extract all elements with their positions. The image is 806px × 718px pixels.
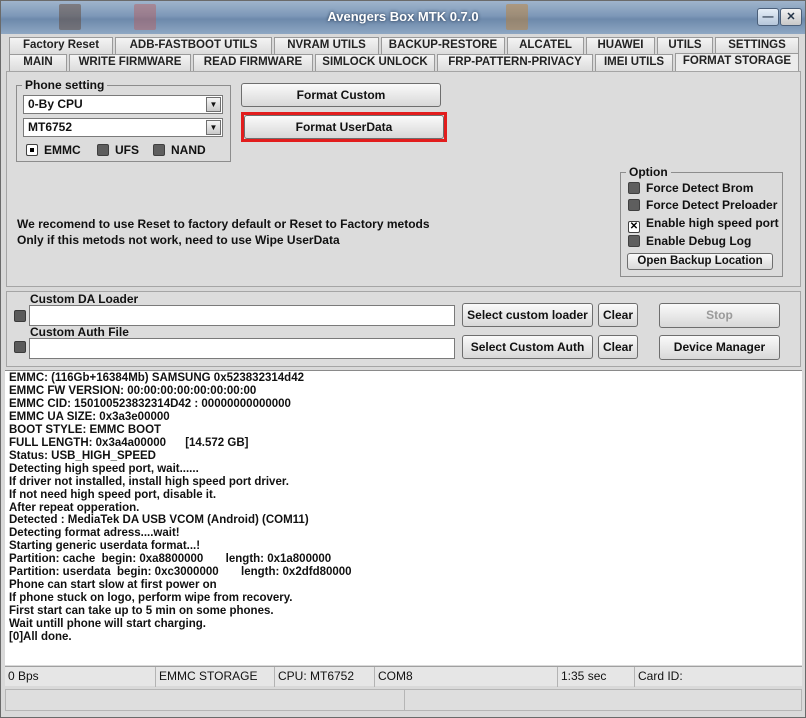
checkbox-checked-icon: ✕: [628, 221, 640, 233]
storage-nand-radio[interactable]: NAND: [153, 143, 206, 158]
log-line: BOOT STYLE: EMMC BOOT: [9, 423, 162, 436]
progress-bar: [5, 689, 802, 711]
tab-simlock-unlock[interactable]: SIMLOCK UNLOCK: [315, 54, 435, 71]
status-mode: EMMC STORAGE: [156, 667, 275, 687]
status-cpu: CPU: MT6752: [275, 667, 375, 687]
tab-adb-fastboot-utils[interactable]: ADB-FASTBOOT UTILS: [115, 37, 272, 54]
storage-ufs-radio[interactable]: UFS: [97, 143, 139, 158]
custom-auth-file-label: Custom Auth File: [30, 325, 129, 339]
tab-settings[interactable]: SETTINGS: [715, 37, 799, 54]
log-line: Status: USB_HIGH_SPEED: [9, 449, 156, 462]
radio-unselected-icon: [153, 144, 165, 156]
custom-da-loader-field[interactable]: [29, 305, 455, 326]
storage-nand-label: NAND: [171, 143, 206, 157]
checkbox-unchecked-icon: [628, 235, 640, 247]
log-line: If phone stuck on logo, perform wipe fro…: [9, 592, 293, 605]
log-line: First start can take up to 5 min on some…: [9, 605, 274, 618]
tab-utils[interactable]: UTILS: [657, 37, 713, 54]
radio-unselected-icon: [97, 144, 109, 156]
tab-main[interactable]: MAIN: [9, 54, 67, 71]
log-line: Starting generic userdata format...!: [9, 540, 201, 553]
title-bar[interactable]: Avengers Box MTK 0.7.0 — ✕: [1, 1, 805, 34]
log-line: [0]All done.: [9, 631, 72, 644]
device-manager-button[interactable]: Device Manager: [659, 335, 780, 360]
tab-backup-restore[interactable]: BACKUP-RESTORE: [381, 37, 505, 54]
log-line: EMMC: (116Gb+16384Mb) SAMSUNG 0x52383231…: [9, 372, 304, 384]
format-storage-panel: Phone setting 0-By CPU ▼ MT6752 ▼ EMMC U…: [6, 71, 801, 287]
status-time: 1:35 sec: [558, 667, 635, 687]
log-line: After repeat opperation.: [9, 501, 140, 514]
custom-da-loader-label: Custom DA Loader: [30, 292, 139, 306]
cpu-select[interactable]: MT6752 ▼: [23, 118, 223, 137]
status-port: COM8: [375, 667, 558, 687]
chevron-down-icon[interactable]: ▼: [206, 97, 221, 112]
tab-read-firmware[interactable]: READ FIRMWARE: [193, 54, 313, 71]
cpu-select-value: MT6752: [28, 120, 73, 134]
window-title: Avengers Box MTK 0.7.0: [327, 9, 479, 24]
tab-alcatel[interactable]: ALCATEL: [507, 37, 584, 54]
log-line: EMMC UA SIZE: 0x3a3e00000: [9, 410, 170, 423]
option-enable-high-speed-port[interactable]: ✕ Enable high speed port: [628, 216, 779, 233]
log-line: Partition: userdata begin: 0xc3000000 le…: [9, 566, 352, 579]
mode-select-value: 0-By CPU: [28, 97, 83, 111]
storage-emmc-radio[interactable]: EMMC: [26, 143, 81, 158]
option-label: Force Detect Preloader: [646, 198, 778, 212]
clear-loader-button[interactable]: Clear: [598, 303, 638, 327]
tab-nvram-utils[interactable]: NVRAM UTILS: [274, 37, 379, 54]
option-label: Force Detect Brom: [646, 181, 754, 195]
option-legend: Option: [629, 165, 668, 179]
format-userdata-button[interactable]: Format UserData: [244, 115, 444, 139]
close-button[interactable]: ✕: [780, 8, 802, 26]
notice-line-2: Only if this metods not work, need to us…: [17, 233, 340, 247]
status-speed: 0 Bps: [5, 667, 156, 687]
tab-factory-reset[interactable]: Factory Reset: [9, 37, 113, 54]
minimize-button[interactable]: —: [757, 8, 779, 26]
option-force-detect-brom[interactable]: Force Detect Brom: [628, 181, 753, 196]
select-custom-auth-button[interactable]: Select Custom Auth: [462, 335, 593, 359]
status-card-id: Card ID:: [638, 669, 683, 683]
log-line: Phone can start slow at first power on: [9, 579, 217, 592]
progress-divider: [404, 690, 405, 710]
app-window: Avengers Box MTK 0.7.0 — ✕ Factory Reset…: [0, 0, 806, 718]
custom-auth-file-field[interactable]: [29, 338, 455, 359]
radio-selected-icon: [26, 144, 38, 156]
custom-loader-panel: Custom DA Loader Select custom loader Cl…: [6, 291, 801, 367]
tab-imei-utils[interactable]: IMEI UTILS: [595, 54, 673, 71]
log-line: FULL LENGTH: 0x3a4a00000 [14.572 GB]: [9, 436, 249, 449]
log-line: Wait untill phone will start charging.: [9, 618, 206, 631]
custom-da-toggle[interactable]: [14, 310, 26, 322]
log-line: If not need high speed port, disable it.: [9, 488, 217, 501]
mode-select[interactable]: 0-By CPU ▼: [23, 95, 223, 114]
checkbox-unchecked-icon: [628, 199, 640, 211]
chevron-down-icon[interactable]: ▼: [206, 120, 221, 135]
tab-write-firmware[interactable]: WRITE FIRMWARE: [69, 54, 191, 71]
storage-ufs-label: UFS: [115, 143, 139, 157]
option-force-detect-preloader[interactable]: Force Detect Preloader: [628, 198, 777, 213]
option-label: Enable Debug Log: [646, 234, 752, 248]
stop-button[interactable]: Stop: [659, 303, 780, 328]
storage-emmc-label: EMMC: [44, 143, 81, 157]
log-line: EMMC FW VERSION: 00:00:00:00:00:00:00:00: [9, 384, 257, 397]
log-line: If driver not installed, install high sp…: [9, 475, 289, 488]
log-line: Detecting format adress....wait!: [9, 527, 180, 540]
log-output[interactable]: EMMC: (116Gb+16384Mb) SAMSUNG 0x52383231…: [5, 370, 802, 665]
log-line: Detected : MediaTek DA USB VCOM (Android…: [9, 514, 309, 527]
open-backup-location-button[interactable]: Open Backup Location: [627, 253, 773, 270]
option-enable-debug-log[interactable]: Enable Debug Log: [628, 234, 751, 249]
phone-setting-legend: Phone setting: [25, 78, 105, 92]
log-line: EMMC CID: 150100523832314D42 : 000000000…: [9, 397, 291, 410]
status-bar: 0 Bps EMMC STORAGE CPU: MT6752 COM8 1:35…: [5, 666, 802, 687]
checkbox-unchecked-icon: [628, 182, 640, 194]
option-label: Enable high speed port: [646, 216, 779, 230]
select-custom-loader-button[interactable]: Select custom loader: [462, 303, 593, 327]
format-custom-button[interactable]: Format Custom: [241, 83, 441, 107]
tab-frp-pattern-privacy[interactable]: FRP-PATTERN-PRIVACY: [437, 54, 593, 71]
tab-huawei[interactable]: HUAWEI: [586, 37, 655, 54]
tab-format-storage[interactable]: FORMAT STORAGE: [675, 53, 799, 72]
notice-line-1: We recomend to use Reset to factory defa…: [17, 217, 430, 231]
log-line: Detecting high speed port, wait......: [9, 462, 199, 475]
log-line: Partition: cache begin: 0xa8800000 lengt…: [9, 553, 332, 566]
clear-auth-button[interactable]: Clear: [598, 335, 638, 359]
custom-auth-toggle[interactable]: [14, 341, 26, 353]
